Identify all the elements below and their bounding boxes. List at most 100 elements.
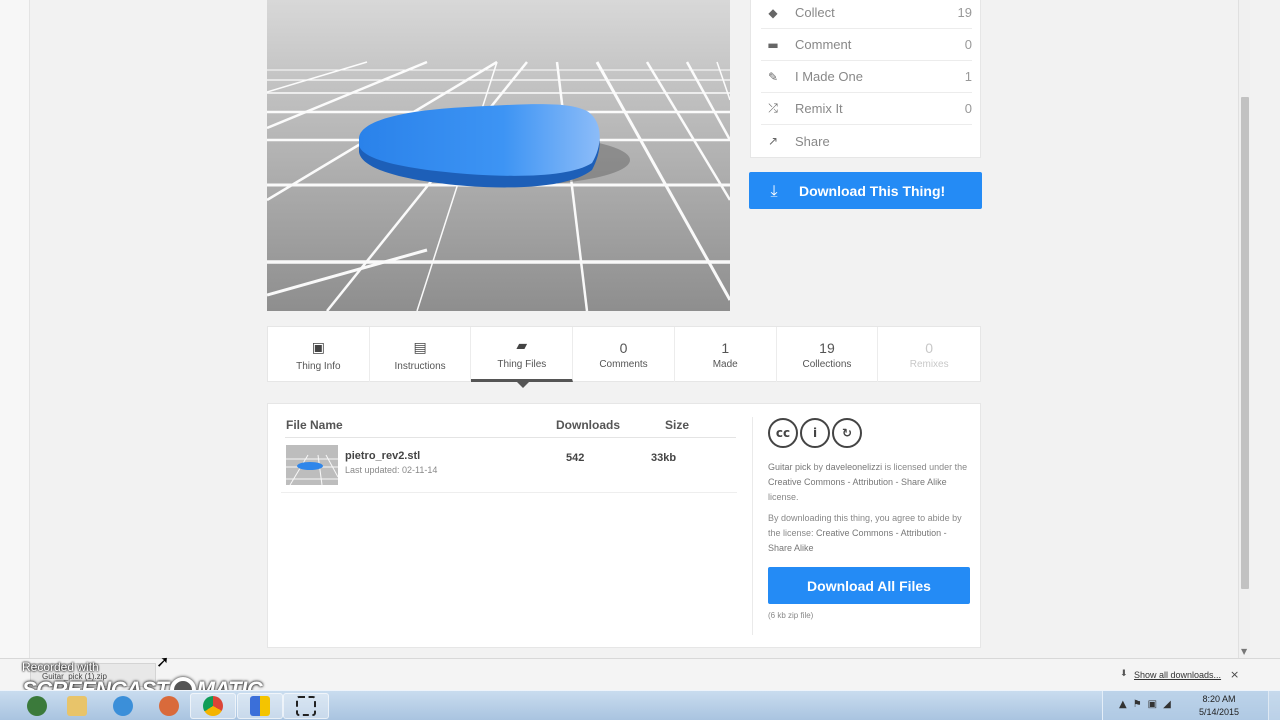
comment-label: Comment [795, 37, 852, 52]
start-button[interactable] [22, 693, 52, 719]
file-row[interactable]: pietro_rev2.stl Last updated: 02-11-14 5… [281, 440, 737, 493]
comment-icon: ▬ [767, 37, 779, 52]
license-thing-name[interactable]: Guitar pick [768, 462, 811, 472]
show-desktop-button[interactable] [1268, 691, 1280, 720]
tab-made[interactable]: 1 Made [675, 327, 777, 382]
remix-label: Remix It [795, 101, 843, 116]
attribution-icon: i [800, 418, 830, 448]
mouse-cursor-icon: ➚ [156, 652, 170, 671]
internet-explorer-icon [113, 696, 133, 716]
system-tray: ▲⚑▣◢ 8:20 AM 5/14/2015 [1102, 691, 1280, 720]
license-name-link[interactable]: Creative Commons - Attribution - Share A… [768, 477, 947, 487]
taskbar-snipping[interactable] [283, 693, 329, 719]
thing-files-panel: File Name Downloads Size pietro_rev2.stl… [267, 403, 981, 648]
comment-action[interactable]: ▬ Comment 0 [761, 29, 972, 61]
collect-action[interactable]: ◆ Collect 19 [761, 0, 972, 29]
share-icon: ↗ [767, 134, 779, 148]
tab-instructions-label: Instructions [394, 360, 446, 372]
page-scrollbar[interactable]: ▼ [1238, 0, 1250, 658]
made-one-count: 1 [964, 69, 972, 84]
snipping-tool-icon [296, 696, 316, 716]
license-under: is licensed under the [884, 462, 968, 472]
remix-action[interactable]: ⤮ Remix It 0 [761, 93, 972, 125]
windows-start-icon [27, 696, 47, 716]
file-thumbnail-render [286, 445, 338, 485]
files-table-header: File Name Downloads Size [285, 418, 736, 438]
right-edge [1250, 0, 1280, 658]
tab-instructions[interactable]: ▤ Instructions [370, 327, 472, 382]
tab-remixes-count: 0 [925, 339, 934, 356]
collect-label: Collect [795, 5, 835, 20]
tab-made-label: Made [712, 358, 738, 370]
model-render [267, 0, 730, 311]
remix-icon: ⤮ [768, 101, 778, 115]
thing-info-icon: ▣ [311, 339, 325, 356]
download-thing-label: Download This Thing! [799, 182, 946, 199]
tab-remixes-label: Remixes [909, 358, 949, 370]
remix-count: 0 [964, 101, 972, 116]
license-author[interactable]: daveleonelizzi [826, 462, 883, 472]
zip-size-note: (6 kb zip file) [768, 611, 814, 620]
tab-collections-count: 19 [819, 339, 835, 356]
license-suffix: license. [768, 492, 799, 502]
download-thing-button[interactable]: ⤓ Download This Thing! [749, 172, 982, 209]
tab-comments[interactable]: 0 Comments [573, 327, 675, 382]
share-label: Share [795, 133, 830, 149]
clock-time[interactable]: 8:20 AM [1195, 694, 1243, 704]
tab-thing-info[interactable]: ▣ Thing Info [268, 327, 370, 382]
made-one-icon: ✎ [767, 69, 779, 84]
collect-icon: ◆ [768, 5, 778, 20]
taskbar-chrome[interactable] [190, 693, 236, 719]
download-arrow-icon: ⬇ [1120, 669, 1128, 679]
instructions-icon: ▤ [413, 339, 427, 356]
tab-remixes: 0 Remixes [878, 327, 980, 382]
tab-thing-info-label: Thing Info [296, 360, 341, 372]
share-action[interactable]: ↗ Share [761, 125, 972, 157]
comment-count: 0 [964, 37, 972, 52]
app-icon [159, 696, 179, 716]
taskbar-ie[interactable] [100, 693, 146, 719]
downloads-header: Downloads [556, 418, 621, 432]
scroll-down-arrow-icon[interactable]: ▼ [1241, 647, 1247, 656]
scrollbar-thumb[interactable] [1241, 97, 1249, 589]
3d-model-viewer[interactable] [267, 0, 730, 311]
taskbar-security[interactable] [237, 693, 283, 719]
file-download-count: 542 [566, 452, 585, 464]
made-one-action[interactable]: ✎ I Made One 1 [761, 61, 972, 93]
tab-thing-files[interactable]: ▰ Thing Files [471, 327, 574, 388]
chrome-icon [203, 696, 223, 716]
download-all-files-button[interactable]: Download All Files [768, 567, 970, 604]
taskbar-explorer[interactable] [54, 693, 100, 719]
made-one-label: I Made One [795, 69, 863, 84]
shield-icon [250, 696, 270, 716]
license-agreement: By downloading this thing, you agree to … [768, 511, 973, 556]
close-download-bar-button[interactable]: × [1230, 668, 1239, 681]
file-name-header: File Name [286, 418, 343, 432]
clock-date[interactable]: 5/14/2015 [1193, 707, 1245, 717]
left-gutter [0, 0, 30, 658]
license-by: by [813, 462, 824, 472]
license-section: cc i ↻ Guitar pick by daveleonelizzi is … [768, 418, 973, 620]
tab-comments-count: 0 [619, 339, 628, 356]
cc-icon: cc [768, 418, 798, 448]
file-updated-date: Last updated: 02-11-14 [345, 465, 438, 475]
watermark-recorded-with: Recorded with [22, 660, 99, 674]
license-statement: Guitar pick by daveleonelizzi is license… [768, 460, 973, 505]
tray-icons[interactable]: ▲⚑▣◢ [1119, 699, 1177, 710]
file-size: 33kb [651, 452, 677, 464]
tab-comments-label: Comments [599, 358, 648, 370]
file-name-link[interactable]: pietro_rev2.stl [345, 450, 420, 462]
files-divider [752, 417, 753, 635]
share-alike-icon: ↻ [832, 418, 862, 448]
show-all-downloads-link[interactable]: Show all downloads... [1134, 670, 1221, 680]
thing-files-icon: ▰ [516, 338, 528, 354]
file-thumbnail[interactable] [286, 445, 338, 485]
tab-made-count: 1 [721, 339, 730, 356]
tab-thing-files-label: Thing Files [497, 359, 547, 370]
download-icon: ⤓ [770, 180, 778, 200]
collect-count: 19 [957, 5, 972, 20]
thing-actions-panel: ◆ Collect 19 ▬ Comment 0 ✎ I Made One 1 … [750, 0, 981, 158]
cc-license-icons[interactable]: cc i ↻ [768, 418, 973, 450]
taskbar-app[interactable] [146, 693, 192, 719]
tab-collections[interactable]: 19 Collections [777, 327, 879, 382]
